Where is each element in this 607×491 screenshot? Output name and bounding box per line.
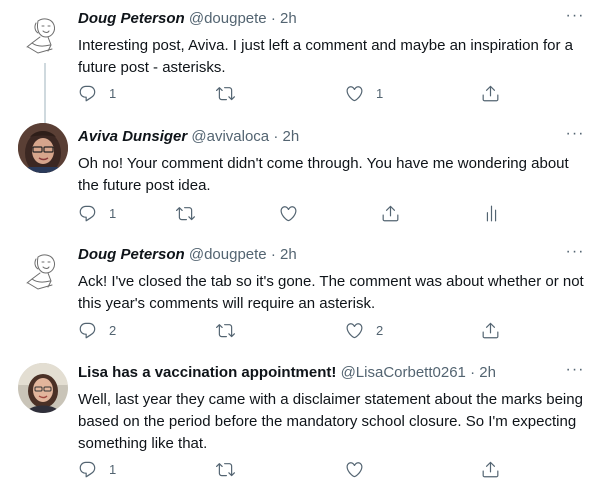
share-icon (481, 84, 500, 103)
author-name[interactable]: Doug Peterson (78, 246, 185, 263)
like-count: 2 (376, 322, 384, 338)
share-button[interactable] (481, 318, 500, 342)
like-button[interactable]: 1 (345, 81, 383, 105)
more-options-icon[interactable]: ··· (565, 244, 585, 265)
tweet[interactable]: Lisa has a vaccination appointment! @Lis… (0, 362, 607, 491)
reply-button[interactable]: 1 (78, 457, 116, 481)
reply-icon (78, 321, 97, 340)
reply-count: 1 (109, 85, 117, 101)
author-handle[interactable]: @avivaloca (191, 128, 269, 145)
share-button[interactable] (481, 81, 500, 105)
reply-count: 1 (109, 461, 117, 477)
like-button[interactable] (279, 201, 298, 225)
reply-icon (78, 460, 97, 479)
share-icon (381, 204, 400, 223)
share-icon (481, 321, 500, 340)
tweet-text: Oh no! Your comment didn't come through.… (78, 155, 569, 194)
retweet-icon (216, 460, 235, 479)
share-icon (481, 460, 500, 479)
retweet-button[interactable] (216, 81, 235, 105)
thread-line (44, 113, 46, 119)
separator: · (270, 246, 276, 263)
share-button[interactable] (381, 201, 400, 225)
reply-count: 1 (109, 205, 117, 221)
tweet[interactable]: Doug Peterson @dougpete · 2h ··· Interes… (0, 8, 607, 127)
reply-icon (78, 204, 97, 223)
tweet[interactable]: Aviva Dunsiger @avivaloca · 2h ··· Oh no… (0, 113, 607, 231)
tweet-text: Well, last year they came with a disclai… (78, 391, 583, 452)
retweet-icon (216, 321, 235, 340)
retweet-button[interactable] (176, 201, 195, 225)
separator: · (270, 10, 276, 27)
separator: · (470, 364, 476, 381)
action-bar: 2 2 (0, 318, 607, 342)
separator: · (273, 128, 279, 145)
tweet-text: Interesting post, Aviva. I just left a c… (78, 37, 573, 76)
heart-icon (279, 204, 298, 223)
retweet-button[interactable] (216, 457, 235, 481)
timestamp[interactable]: 2h (479, 364, 496, 381)
like-button[interactable]: 2 (345, 318, 383, 342)
reply-count: 2 (109, 322, 117, 338)
timestamp[interactable]: 2h (280, 10, 297, 27)
analytics-icon (482, 204, 501, 223)
action-bar: 1 (0, 457, 607, 481)
timestamp[interactable]: 2h (280, 246, 297, 263)
heart-icon (345, 460, 364, 479)
analytics-button[interactable] (482, 201, 501, 225)
author-name[interactable]: Doug Peterson (78, 10, 185, 27)
retweet-icon (176, 204, 195, 223)
author-handle[interactable]: @dougpete (189, 246, 267, 263)
author-name[interactable]: Aviva Dunsiger (78, 128, 187, 145)
like-count: 1 (376, 85, 384, 101)
reply-button[interactable]: 1 (78, 201, 116, 225)
avatar[interactable] (18, 245, 68, 295)
tweet-header: Lisa has a vaccination appointment! @Lis… (78, 363, 567, 383)
heart-icon (345, 84, 364, 103)
action-bar: 1 (0, 201, 607, 225)
reply-button[interactable]: 2 (78, 318, 116, 342)
author-handle[interactable]: @LisaCorbett0261 (341, 364, 466, 381)
more-options-icon[interactable]: ··· (565, 8, 585, 29)
reply-icon (78, 84, 97, 103)
tweet-header: Doug Peterson @dougpete · 2h (78, 245, 567, 265)
more-options-icon[interactable]: ··· (565, 362, 585, 383)
action-bar: 1 1 (0, 81, 607, 105)
tweet-text: Ack! I've closed the tab so it's gone. T… (78, 273, 584, 312)
tweet-header: Aviva Dunsiger @avivaloca · 2h (78, 127, 567, 147)
tweet[interactable]: Doug Peterson @dougpete · 2h ··· Ack! I'… (0, 244, 607, 349)
avatar[interactable] (18, 363, 68, 413)
retweet-button[interactable] (216, 318, 235, 342)
timestamp[interactable]: 2h (283, 128, 300, 145)
reply-button[interactable]: 1 (78, 81, 116, 105)
heart-icon (345, 321, 364, 340)
author-name[interactable]: Lisa has a vaccination appointment! (78, 364, 336, 381)
avatar[interactable] (18, 123, 68, 173)
retweet-icon (216, 84, 235, 103)
avatar[interactable] (18, 9, 68, 59)
like-button[interactable] (345, 457, 364, 481)
tweet-header: Doug Peterson @dougpete · 2h (78, 9, 567, 29)
share-button[interactable] (481, 457, 500, 481)
more-options-icon[interactable]: ··· (565, 126, 585, 147)
author-handle[interactable]: @dougpete (189, 10, 267, 27)
